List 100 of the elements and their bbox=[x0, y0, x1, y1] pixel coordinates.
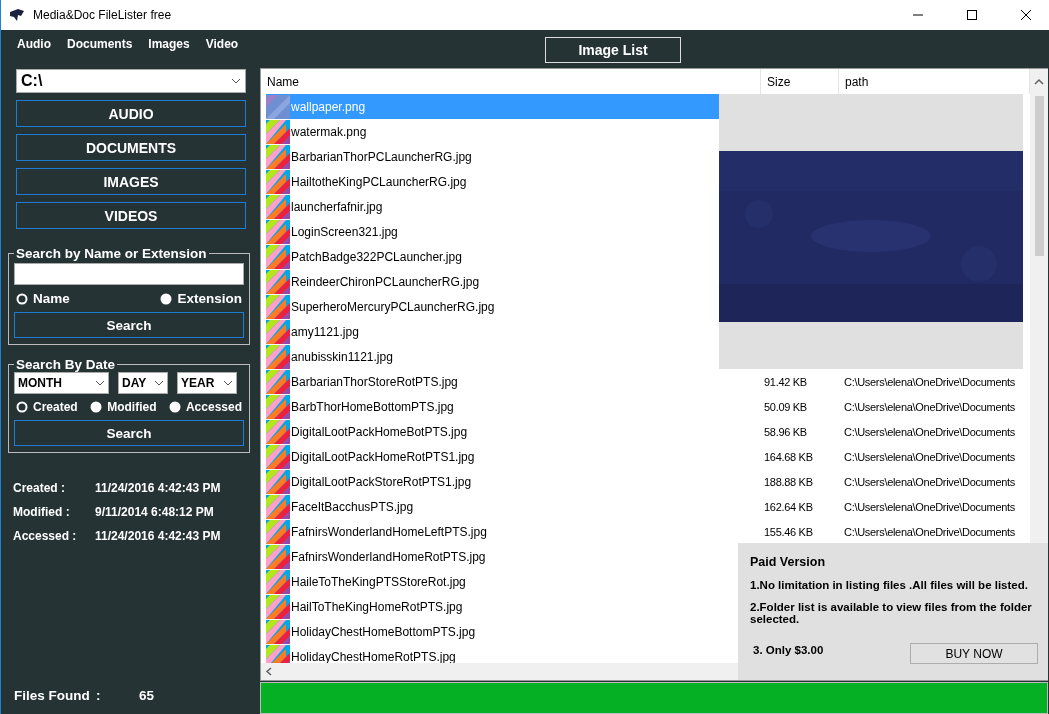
file-row[interactable]: FaceItBacchusPTS.jpg bbox=[266, 494, 720, 519]
image-thumbnail-icon bbox=[266, 219, 290, 244]
file-row[interactable]: LoginScreen321.jpg bbox=[266, 219, 720, 244]
group-title: Search By Date bbox=[15, 357, 117, 372]
dropdown-caret-icon bbox=[154, 380, 164, 386]
file-name: ReindeerChironPCLauncherRG.jpg bbox=[291, 274, 480, 289]
file-row[interactable]: launcherfafnir.jpg bbox=[266, 194, 720, 219]
drive-dropdown[interactable]: C:\ bbox=[16, 69, 246, 93]
image-thumbnail-icon bbox=[266, 319, 290, 344]
file-size: 164.68 KB bbox=[763, 449, 814, 465]
file-row[interactable]: watermak.png bbox=[266, 119, 720, 144]
file-row[interactable]: BarbarianThorPCLauncherRG.jpg bbox=[266, 144, 720, 169]
file-row[interactable]: HailtotheKingPCLauncherRG.jpg bbox=[266, 169, 720, 194]
file-row[interactable]: FafnirsWonderlandHomeLeftPTS.jpg bbox=[266, 519, 720, 544]
maximize-icon bbox=[967, 10, 977, 20]
file-row[interactable]: amy1121.jpg bbox=[266, 319, 720, 344]
category-button[interactable]: DOCUMENTS bbox=[16, 134, 246, 161]
date-dropdown[interactable]: YEAR bbox=[177, 372, 237, 394]
menu-item[interactable]: Video bbox=[205, 37, 239, 51]
image-list-button[interactable]: Image List bbox=[545, 37, 681, 63]
file-size: 188.88 KB bbox=[763, 474, 814, 490]
image-thumbnail-icon bbox=[266, 519, 290, 544]
radio-button[interactable] bbox=[90, 401, 103, 413]
image-thumbnail-icon bbox=[266, 544, 290, 569]
info-value: 11/24/2016 4:42:43 PM bbox=[95, 529, 222, 543]
file-size: 155.46 KB bbox=[763, 524, 814, 540]
image-thumbnail-icon bbox=[266, 394, 290, 419]
file-path: C:\Users\elena\OneDrive\Documents bbox=[843, 374, 1017, 390]
file-path: C:\Users\elena\OneDrive\Documents bbox=[843, 399, 1017, 415]
category-button[interactable]: VIDEOS bbox=[16, 202, 246, 229]
file-row[interactable]: SuperheroMercuryPCLauncherRG.jpg bbox=[266, 294, 720, 319]
search-button[interactable]: Search bbox=[14, 420, 244, 446]
radio-button[interactable] bbox=[160, 292, 173, 305]
file-name: BarbarianThorPCLauncherRG.jpg bbox=[291, 149, 472, 164]
radio-button[interactable] bbox=[16, 292, 28, 305]
file-name: DigitalLootPackHomeRotPTS1.jpg bbox=[291, 449, 475, 464]
file-row[interactable]: PatchBadge322PCLauncher.jpg bbox=[266, 244, 720, 269]
date-dropdown[interactable]: MONTH bbox=[14, 372, 109, 394]
file-name: watermak.png bbox=[291, 124, 367, 139]
panel-title: Paid Version bbox=[750, 555, 827, 569]
file-row[interactable]: anubisskin1121.jpg bbox=[266, 344, 720, 369]
file-name: SuperheroMercuryPCLauncherRG.jpg bbox=[291, 299, 495, 314]
file-row[interactable]: HaileToTheKingPTSStoreRot.jpg bbox=[266, 569, 720, 594]
file-size: 91.42 KB bbox=[763, 374, 808, 390]
buy-now-button[interactable]: BUY NOW bbox=[910, 643, 1038, 664]
search-field[interactable] bbox=[14, 263, 244, 285]
dropdown-caret-icon bbox=[95, 380, 105, 386]
image-thumbnail-icon bbox=[266, 444, 290, 469]
file-name: DigitalLootPackHomeBotPTS.jpg bbox=[291, 424, 468, 439]
image-thumbnail-icon bbox=[266, 419, 290, 444]
file-row[interactable]: DigitalLootPackHomeRotPTS1.jpg bbox=[266, 444, 720, 469]
files-found-count: 65 bbox=[139, 688, 155, 703]
file-row[interactable]: FafnirsWonderlandHomeRotPTS.jpg bbox=[266, 544, 720, 569]
image-thumbnail-icon bbox=[266, 194, 290, 219]
file-name: DigitalLootPackStoreRotPTS1.jpg bbox=[291, 474, 472, 489]
price-text: 3. Only $3.00 bbox=[753, 643, 824, 656]
search-button[interactable]: Search bbox=[14, 312, 244, 338]
file-row[interactable]: DigitalLootPackStoreRotPTS1.jpg bbox=[266, 469, 720, 494]
image-thumbnail-icon bbox=[266, 244, 290, 269]
image-thumbnail-icon bbox=[266, 569, 290, 594]
file-name: HolidayChestHomeRotPTS.jpg bbox=[291, 649, 456, 663]
date-dropdown[interactable]: DAY bbox=[118, 372, 168, 394]
image-thumbnail-icon bbox=[266, 619, 290, 644]
menu-item[interactable]: Images bbox=[148, 37, 190, 51]
file-name: FafnirsWonderlandHomeRotPTS.jpg bbox=[291, 549, 486, 564]
image-thumbnail-icon bbox=[266, 94, 290, 119]
image-thumbnail-icon bbox=[266, 144, 290, 169]
app-logo-icon bbox=[9, 8, 25, 22]
radio-label: Accessed bbox=[185, 400, 242, 414]
radio-label: Created bbox=[33, 400, 78, 414]
file-name: FaceItBacchusPTS.jpg bbox=[291, 499, 414, 514]
radio-label: Name bbox=[33, 291, 70, 306]
menu-item[interactable]: Audio bbox=[17, 37, 51, 51]
category-button[interactable]: IMAGES bbox=[16, 168, 246, 195]
file-row[interactable]: HailToTheKingHomeRotPTS.jpg bbox=[266, 594, 720, 619]
file-row[interactable]: HolidayChestHomeBottomPTS.jpg bbox=[266, 619, 720, 644]
file-row[interactable]: DigitalLootPackHomeBotPTS.jpg bbox=[266, 419, 720, 444]
group-title: Search by Name or Extension bbox=[15, 246, 208, 261]
image-thumbnail-icon bbox=[266, 119, 290, 144]
dropdown-caret-icon bbox=[231, 78, 241, 84]
radio-button[interactable] bbox=[168, 401, 181, 413]
image-thumbnail-icon bbox=[266, 169, 290, 194]
category-button[interactable]: AUDIO bbox=[16, 100, 246, 127]
file-row[interactable]: BarbThorHomeBottomPTS.jpg bbox=[266, 394, 720, 419]
file-path: C:\Users\elena\OneDrive\Documents bbox=[843, 449, 1017, 465]
info-label: Accessed : bbox=[13, 529, 78, 543]
image-thumbnail-icon bbox=[266, 294, 290, 319]
file-size: 162.64 KB bbox=[763, 499, 814, 515]
radio-label: Modified bbox=[107, 400, 157, 414]
file-name: HailToTheKingHomeRotPTS.jpg bbox=[291, 599, 463, 614]
menu-item[interactable]: Documents bbox=[67, 37, 133, 51]
image-thumbnail-icon bbox=[266, 344, 290, 369]
file-name: launcherfafnir.jpg bbox=[291, 199, 383, 214]
info-value: 9/11/2014 6:48:12 PM bbox=[95, 505, 215, 519]
file-name: HolidayChestHomeBottomPTS.jpg bbox=[291, 624, 476, 639]
image-thumbnail-icon bbox=[266, 494, 290, 519]
radio-button[interactable] bbox=[16, 401, 28, 413]
file-row[interactable]: BarbarianThorStoreRotPTS.jpg bbox=[266, 369, 720, 394]
file-name: HailtotheKingPCLauncherRG.jpg bbox=[291, 174, 467, 189]
file-row[interactable]: ReindeerChironPCLauncherRG.jpg bbox=[266, 269, 720, 294]
